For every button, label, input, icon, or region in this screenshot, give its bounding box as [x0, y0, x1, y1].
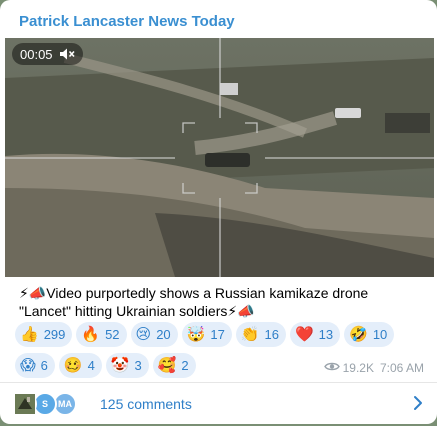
avatar: [13, 391, 37, 416]
reaction-heart[interactable]: ❤️ 13: [289, 322, 341, 347]
channel-name[interactable]: Patrick Lancaster News Today: [19, 13, 235, 30]
views-counter: 19.2K: [323, 361, 374, 375]
reaction-clap[interactable]: 👏 16: [235, 322, 286, 347]
commenter-avatars: S MA: [13, 391, 83, 416]
reaction-count: 52: [105, 327, 120, 342]
exploding-head-icon: 🤯: [186, 325, 206, 343]
heart-icon: ❤️: [294, 325, 314, 343]
reaction-count: 13: [318, 327, 334, 342]
comments-bar[interactable]: S MA 125 comments: [0, 383, 437, 424]
message-meta: 19.2K 7:06 AM: [323, 361, 424, 375]
post-caption: ⚡📣Video purportedly shows a Russian kami…: [19, 284, 419, 320]
video-frame: [5, 38, 434, 277]
reaction-fire[interactable]: 🔥 52: [76, 322, 127, 347]
reaction-count: 299: [43, 327, 66, 342]
woozy-face-icon: 🥴: [63, 356, 83, 374]
reaction-count: 2: [181, 358, 189, 373]
caption-line-2: "Lancet" hitting Ukrainian soldiers⚡📣: [19, 303, 255, 319]
reaction-count: 10: [372, 327, 388, 342]
clapping-hands-icon: 👏: [240, 325, 260, 343]
thumbs-up-icon: 👍: [20, 325, 39, 343]
speaker-muted-icon[interactable]: [59, 47, 75, 61]
reaction-count: 6: [40, 358, 48, 373]
views-count: 19.2K: [342, 361, 374, 375]
avatar-photo-icon: [15, 393, 35, 414]
duration-badge: 00:05: [12, 43, 83, 65]
reaction-mind-blown[interactable]: 🤯 17: [181, 322, 232, 347]
smiling-hearts-icon: 🥰: [157, 356, 177, 374]
rofl-face-icon: 🤣: [349, 325, 368, 343]
reaction-love[interactable]: 🥰 2: [152, 353, 196, 378]
clown-face-icon: 🤡: [110, 356, 130, 374]
reaction-count: 17: [210, 327, 225, 342]
chevron-right-icon[interactable]: [413, 395, 423, 416]
caption-line-1: ⚡📣Video purportedly shows a Russian kami…: [19, 285, 369, 301]
fire-icon: 🔥: [81, 325, 101, 343]
crying-face-icon: 😢: [135, 325, 152, 343]
comments-count-label[interactable]: 125 comments: [100, 396, 192, 412]
reaction-count: 4: [87, 358, 95, 373]
reaction-rofl[interactable]: 🤣 10: [344, 322, 395, 347]
reaction-woozy[interactable]: 🥴 4: [58, 353, 102, 378]
reaction-count: 20: [156, 327, 171, 342]
message-time: 7:06 AM: [379, 361, 424, 375]
video-player[interactable]: 00:05: [5, 38, 434, 277]
message-card: Patrick Lancaster News Today 00:05 ⚡📣Vid…: [0, 0, 437, 424]
reaction-thumbs-up[interactable]: 👍 299: [15, 322, 73, 347]
reaction-clown[interactable]: 🤡 3: [105, 353, 149, 378]
screaming-face-icon: 😱: [20, 356, 36, 374]
reaction-count: 3: [134, 358, 142, 373]
eye-icon: [323, 361, 340, 375]
reaction-scream[interactable]: 😱 6: [15, 353, 55, 378]
reaction-crying[interactable]: 😢 20: [130, 322, 178, 347]
reaction-count: 16: [264, 327, 279, 342]
duration-text: 00:05: [20, 46, 53, 62]
